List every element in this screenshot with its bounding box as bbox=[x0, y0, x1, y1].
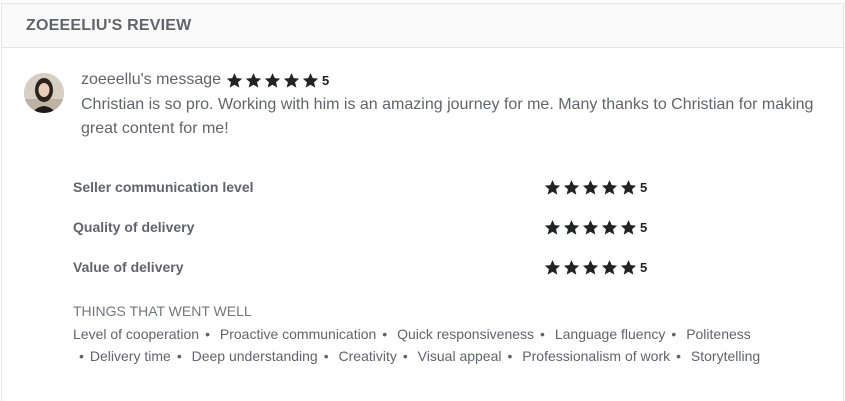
rating-stars: 5 bbox=[544, 219, 647, 236]
rating-score: 5 bbox=[640, 259, 648, 275]
went-well-item: Quick responsiveness bbox=[397, 326, 535, 342]
went-well-item: Politeness bbox=[686, 326, 751, 342]
avatar[interactable] bbox=[24, 73, 64, 113]
star-icon bbox=[582, 259, 599, 275]
rating-row-quality: Quality of delivery 5 bbox=[73, 217, 673, 237]
review-message-text: Christian is so pro. Working with him is… bbox=[81, 96, 814, 137]
separator-dot: • bbox=[79, 348, 84, 364]
separator-dot: • bbox=[382, 326, 388, 342]
star-icon bbox=[620, 179, 637, 195]
rating-score: 5 bbox=[640, 219, 648, 235]
review-header: ZOEEELIU'S REVIEW bbox=[2, 4, 843, 48]
star-icon bbox=[544, 179, 561, 195]
star-icon bbox=[563, 179, 580, 195]
star-icon bbox=[302, 72, 319, 88]
went-well-item: Creativity bbox=[338, 348, 397, 364]
star-icon bbox=[620, 259, 637, 275]
star-icon bbox=[245, 72, 262, 88]
rating-label: Seller communication level bbox=[73, 179, 254, 195]
separator-dot: • bbox=[402, 348, 408, 364]
separator-dot: • bbox=[671, 326, 677, 342]
went-well-item: Proactive communication bbox=[219, 326, 377, 342]
went-well-item: Deep understanding bbox=[191, 348, 318, 364]
star-icon bbox=[264, 72, 281, 88]
review-header-title: ZOEEELIU'S REVIEW bbox=[26, 16, 192, 34]
star-icon bbox=[601, 259, 618, 275]
review-star-rating: 5 bbox=[226, 72, 329, 89]
went-well-item: Professionalism of work bbox=[522, 348, 671, 364]
rating-stars: 5 bbox=[544, 179, 647, 196]
star-icon bbox=[283, 72, 300, 88]
separator-dot: • bbox=[540, 326, 545, 342]
separator-dot: • bbox=[676, 348, 682, 364]
review-message-header: zoeeellu's message 5 bbox=[81, 70, 329, 90]
went-well-list: Level of cooperation • Proactive communic… bbox=[73, 323, 818, 367]
separator-dot: • bbox=[507, 348, 513, 364]
rating-label: Quality of delivery bbox=[73, 219, 195, 235]
went-well-item: Delivery time bbox=[89, 348, 171, 364]
separator-dot: • bbox=[323, 348, 329, 364]
went-well-item: Level of cooperation bbox=[73, 326, 200, 342]
star-icon bbox=[544, 259, 561, 275]
star-icon bbox=[620, 219, 637, 235]
star-icon bbox=[582, 219, 599, 235]
went-well-item: Visual appeal bbox=[417, 348, 502, 364]
went-well-title: THINGS THAT WENT WELL bbox=[73, 303, 252, 319]
star-icon bbox=[226, 72, 243, 88]
went-well-item: Language fluency bbox=[554, 326, 666, 342]
separator-dot: • bbox=[205, 326, 210, 342]
star-icon bbox=[563, 219, 580, 235]
star-icon bbox=[582, 179, 599, 195]
separator-dot: • bbox=[176, 348, 182, 364]
star-icon bbox=[601, 179, 618, 195]
went-well-item: Storytelling bbox=[690, 348, 761, 364]
rating-score: 5 bbox=[640, 179, 648, 195]
star-icon bbox=[544, 219, 561, 235]
rating-row-value: Value of delivery 5 bbox=[73, 257, 673, 277]
rating-row-communication: Seller communication level 5 bbox=[73, 177, 673, 197]
rating-label: Value of delivery bbox=[73, 259, 184, 275]
review-author-message-label[interactable]: zoeeellu's message bbox=[81, 71, 221, 89]
rating-stars: 5 bbox=[544, 259, 647, 276]
review-rating-score: 5 bbox=[322, 72, 330, 88]
star-icon bbox=[601, 219, 618, 235]
star-icon bbox=[563, 259, 580, 275]
